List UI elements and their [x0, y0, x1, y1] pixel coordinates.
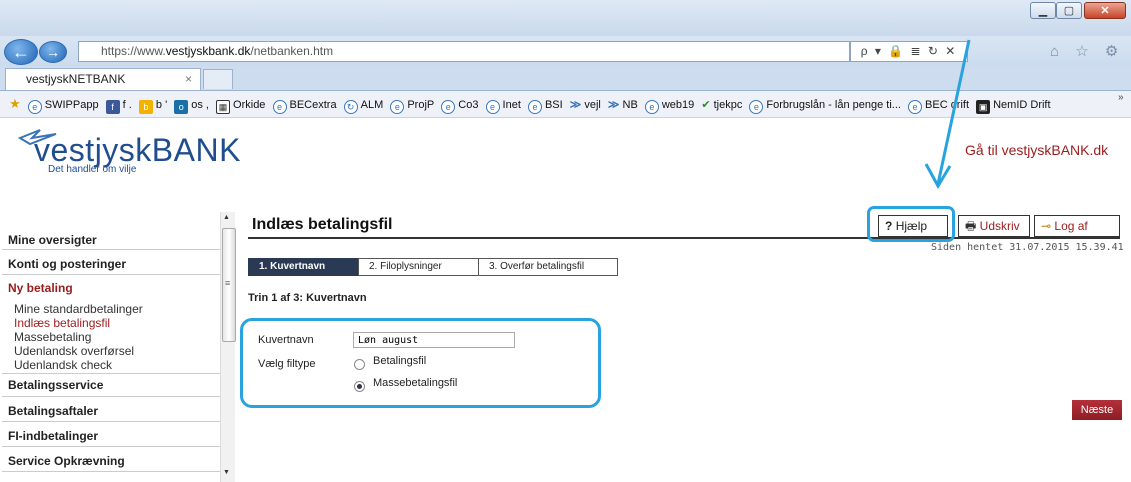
favorite-item[interactable]: e web19	[644, 92, 694, 117]
refresh-page-icon: ↻	[343, 100, 358, 114]
sidebar-item-konti[interactable]: Konti og posteringer	[2, 251, 220, 275]
tab-close-icon[interactable]: ×	[185, 69, 192, 89]
home-favorites-settings-icons[interactable]: ⌂ ☆ ⚙	[1050, 42, 1124, 60]
step-caption: Trin 1 af 3: Kuvertnavn	[248, 292, 367, 304]
envelope-label: Kuvertnavn	[258, 334, 314, 346]
ie-page-icon: e	[390, 100, 405, 114]
address-bar[interactable]: https://www.vestjyskbank.dk/netbanken.ht…	[78, 41, 850, 62]
new-tab-button[interactable]	[203, 69, 233, 89]
help-highlight-annotation	[867, 206, 955, 242]
print-label: Udskriv	[979, 219, 1020, 233]
sidebar-item-betalingsservice[interactable]: Betalingsservice	[2, 373, 220, 397]
url-domain: vestjyskbank.dk	[165, 44, 251, 58]
favorite-item[interactable]: e Co3	[441, 92, 478, 117]
favorite-item[interactable]: e Forbrugslån - lån penge ti...	[749, 92, 901, 117]
logout-button[interactable]: ⊸ Log af	[1034, 215, 1120, 237]
favorite-item[interactable]: ≫ vejl	[569, 92, 601, 117]
favorite-item[interactable]: e BSI	[527, 92, 563, 117]
goto-website-link[interactable]: Gå til vestjyskBANK.dk	[965, 142, 1108, 158]
ie-page-icon: e	[644, 100, 659, 114]
bird-logo-icon: ≫	[569, 99, 582, 111]
brand-tagline: Det handler om vilje	[48, 164, 137, 175]
ie-page-icon: e	[27, 100, 42, 114]
page-title: Indlæs betalingsfil	[252, 216, 393, 233]
sidebar-subitem-udenlandsk-check[interactable]: Udenlandsk check	[14, 358, 112, 372]
bird-logo-icon: ≫	[607, 99, 620, 111]
favorite-item[interactable]: ▣ NemID Drift	[976, 92, 1051, 117]
tab-title: vestjyskNETBANK	[26, 72, 126, 86]
favorite-item[interactable]: ↻ ALM	[343, 92, 383, 117]
sidebar-subitem-udenlandsk-overforsel[interactable]: Udenlandsk overførsel	[14, 344, 134, 358]
favorite-item[interactable]: e SWIPPapp	[27, 92, 99, 117]
favorites-overflow-icon[interactable]: »	[1118, 92, 1124, 103]
facebook-icon: f	[105, 100, 120, 114]
heading-divider	[248, 237, 1120, 239]
step-2-filoplysninger: 2. Filoplysninger	[358, 258, 485, 276]
url-prefix: https://www.	[101, 44, 166, 58]
ie-page-icon: e	[272, 100, 287, 114]
sidebar-item-betalingsaftaler[interactable]: Betalingsaftaler	[2, 398, 220, 422]
favorite-item[interactable]: ff .	[105, 92, 132, 117]
ie-page-icon: e	[485, 100, 500, 114]
scroll-grip-icon: ≡	[225, 278, 231, 288]
sidebar-item-service-opkraevning[interactable]: Service Opkrævning	[2, 448, 220, 472]
step-3-overfor: 3. Overfør betalingsfil	[478, 258, 618, 276]
printer-icon: 🖶	[965, 219, 977, 233]
filetype-label: Vælg filtype	[258, 358, 316, 370]
sidebar: Mine oversigter Konti og posteringer Ny …	[0, 218, 220, 482]
favorites-star-icon[interactable]: ★	[9, 91, 21, 117]
scroll-down-icon[interactable]: ▼	[223, 469, 230, 476]
sidebar-subitem-indlaes[interactable]: Indlæs betalingsfil	[14, 316, 110, 330]
scroll-up-icon[interactable]: ▲	[223, 214, 230, 221]
favorite-item[interactable]: e ProjP	[390, 92, 434, 117]
next-button[interactable]: Næste	[1072, 400, 1122, 420]
key-icon: ⊸	[1041, 219, 1052, 233]
ie-page-icon: e	[749, 100, 764, 114]
favorite-item[interactable]: bb '	[138, 92, 167, 117]
retrieved-timestamp: Siden hentet 31.07.2015 15.39.41	[931, 242, 1124, 253]
site-icon: o	[174, 100, 189, 114]
favorite-item[interactable]: e BECextra	[272, 92, 337, 117]
grid-icon: ▦	[216, 100, 231, 114]
favorite-item[interactable]: ▦ Orkide	[216, 92, 265, 117]
favorite-item[interactable]: o os ,	[174, 92, 209, 117]
window-close-button[interactable]: ✕	[1084, 2, 1126, 19]
window-maximize-button[interactable]: ▢	[1056, 2, 1082, 19]
favorite-item[interactable]: ≫ NB	[607, 92, 638, 117]
sidebar-subitem-massebetaling[interactable]: Massebetaling	[14, 330, 91, 344]
ie-page-icon: e	[441, 100, 456, 114]
radio-massebetalingsfil[interactable]	[354, 381, 365, 392]
step-1-kuvertnavn: 1. Kuvertnavn	[248, 258, 358, 276]
sidebar-subitem-standardbetalinger[interactable]: Mine standardbetalinger	[14, 302, 143, 316]
ie-page-icon: e	[527, 100, 542, 114]
sidebar-item-mine-oversigter[interactable]: Mine oversigter	[2, 226, 220, 250]
radio-betalingsfil[interactable]	[354, 359, 365, 370]
url-path: /netbanken.htm	[250, 44, 334, 58]
window-minimize-button[interactable]: ▁	[1030, 2, 1056, 19]
back-button[interactable]: ←	[4, 39, 38, 65]
favorite-item[interactable]: ✔ tjekpc	[701, 92, 742, 117]
sidebar-item-ny-betaling[interactable]: Ny betaling	[2, 276, 220, 296]
radio-massebetalingsfil-label[interactable]: Massebetalingsfil	[373, 377, 457, 389]
bing-icon: b	[138, 100, 153, 114]
radio-betalingsfil-label[interactable]: Betalingsfil	[373, 355, 426, 367]
favorite-item[interactable]: e Inet	[485, 92, 521, 117]
tab-vestjysknetbank[interactable]: vestjyskNETBANK ×	[5, 68, 201, 90]
sidebar-item-fi-indbetalinger[interactable]: FI-indbetalinger	[2, 423, 220, 447]
checkmark-icon: ✔	[701, 99, 711, 111]
print-button[interactable]: 🖶 Udskriv	[958, 215, 1030, 237]
window-titlebar	[0, 0, 1131, 36]
logout-label: Log af	[1054, 219, 1088, 233]
annotation-arrow	[924, 39, 971, 190]
envelope-name-input[interactable]	[353, 332, 515, 348]
forward-button[interactable]: →	[39, 41, 67, 63]
